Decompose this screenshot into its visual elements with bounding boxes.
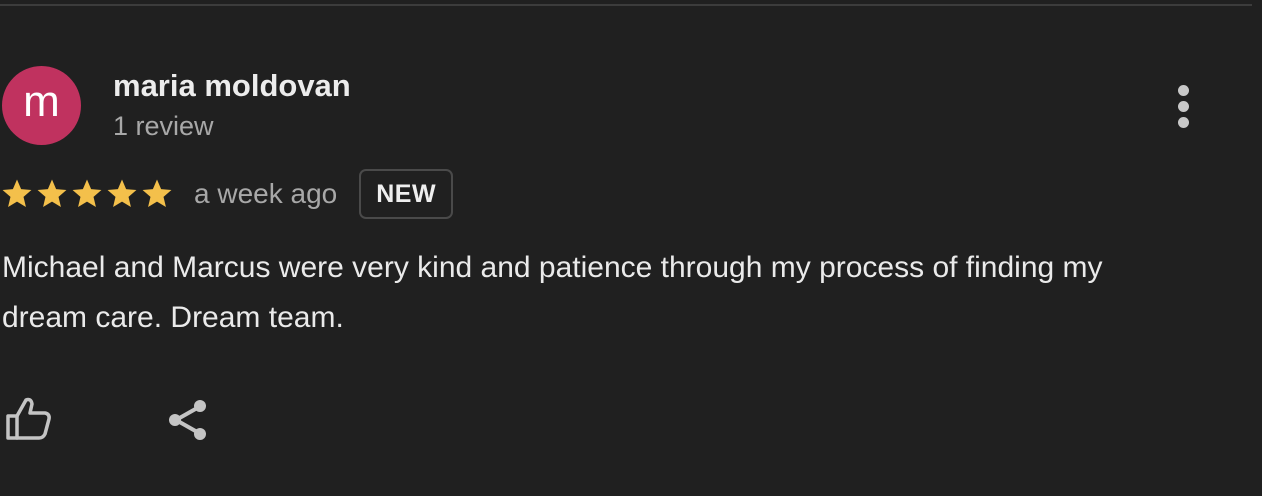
share-icon: [169, 400, 206, 440]
more-vertical-icon-dot: [1177, 100, 1189, 112]
star-icon: [37, 179, 67, 208]
review-text: Michael and Marcus were very kind and pa…: [2, 251, 1103, 334]
star-icon: [107, 179, 137, 208]
star-icon: [2, 179, 32, 208]
star-rating: [0, 177, 175, 211]
more-vertical-icon: [1177, 84, 1189, 96]
divider: [0, 4, 1252, 6]
share-button[interactable]: [164, 396, 212, 444]
star-icon: [142, 179, 172, 208]
avatar[interactable]: m: [2, 66, 81, 145]
new-badge: NEW: [359, 169, 454, 219]
reviewer-name[interactable]: maria moldovan: [113, 68, 351, 104]
star-icon: [72, 179, 102, 208]
review-date: a week ago: [194, 178, 338, 209]
more-options-button[interactable]: [1166, 82, 1200, 130]
rating-row: a week ago NEW: [0, 167, 454, 221]
review-count[interactable]: 1 review: [113, 111, 214, 142]
thumbs-up-icon: [6, 397, 51, 440]
more-vertical-icon-dot: [1177, 116, 1189, 128]
review-card: m maria moldovan 1 review a week ago NEW…: [0, 0, 1262, 496]
like-button[interactable]: [4, 394, 54, 444]
